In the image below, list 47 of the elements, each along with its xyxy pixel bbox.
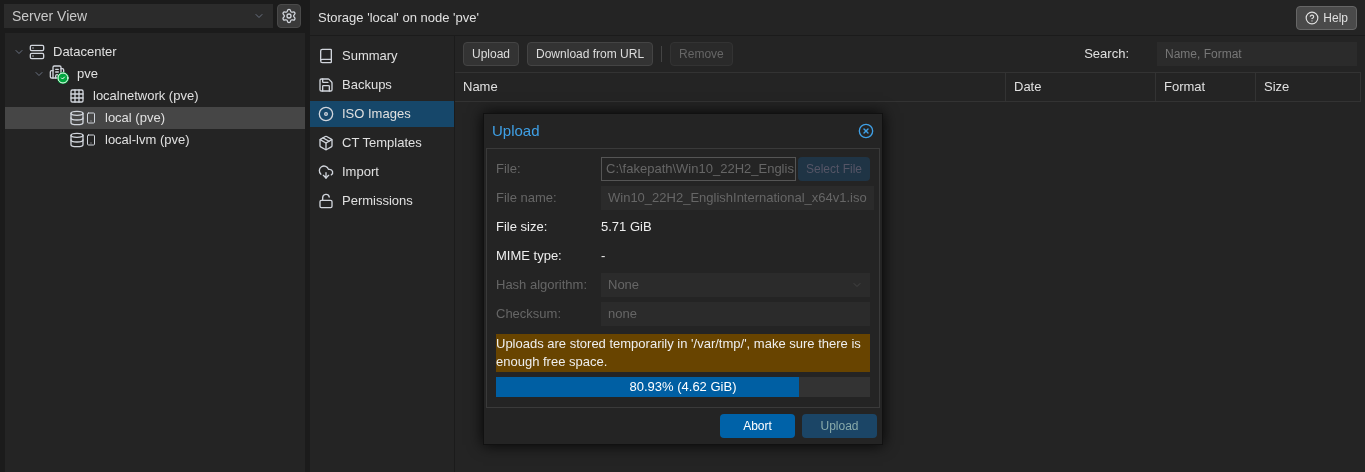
search-label: Search: xyxy=(1084,45,1129,64)
view-selector[interactable]: Server View xyxy=(4,4,273,28)
tree-item[interactable]: local-lvm (pve) xyxy=(5,129,305,151)
nav-item[interactable]: Backups xyxy=(310,72,454,98)
progress-text: 80.93% (4.62 GiB) xyxy=(628,378,738,397)
column-header[interactable]: Name xyxy=(455,73,1006,101)
nav-item[interactable]: Summary xyxy=(310,43,454,69)
toolbar-button[interactable]: Upload xyxy=(463,42,520,66)
search-field[interactable]: Name, Format xyxy=(1157,42,1357,66)
nav-item[interactable]: Import xyxy=(310,159,454,185)
server-online-icon xyxy=(49,64,69,84)
field-value: - xyxy=(601,247,607,266)
disc-icon xyxy=(318,106,334,122)
column-header[interactable]: Format xyxy=(1156,73,1256,101)
nav-item[interactable]: Permissions xyxy=(310,188,454,214)
field-label: Checksum: xyxy=(496,305,563,324)
unlocked-padlock-icon xyxy=(318,193,334,209)
package-icon xyxy=(318,135,334,151)
server-rack-icon xyxy=(29,44,45,60)
tree-item[interactable]: Datacenter xyxy=(5,41,305,63)
field-label: MIME type: xyxy=(496,247,563,266)
nav-item[interactable]: ISO Images xyxy=(310,101,454,127)
field-label: Hash algorithm: xyxy=(496,276,589,295)
close-icon[interactable] xyxy=(858,123,874,139)
cloud-download-icon xyxy=(318,164,334,180)
dialog-button[interactable]: Abort xyxy=(720,414,795,438)
book-icon xyxy=(318,48,334,64)
nav-item[interactable]: CT Templates xyxy=(310,130,454,156)
panel-title: Storage 'local' on node 'pve' xyxy=(318,8,479,27)
storage-icon xyxy=(69,132,97,148)
tree-item[interactable]: local (pve) xyxy=(5,107,305,129)
field-label: File size: xyxy=(496,218,549,237)
help-button[interactable]: Help xyxy=(1296,5,1357,30)
column-header[interactable]: Date xyxy=(1006,73,1156,101)
warning-message: Uploads are stored temporarily in '/var/tmp/', make sure there is enough free space. xyxy=(496,334,870,372)
field-label: File: xyxy=(496,160,522,179)
toolbar-button[interactable]: Download from URL xyxy=(527,42,654,66)
field-label: File name: xyxy=(496,189,558,208)
help-icon xyxy=(1305,10,1320,25)
tree-item[interactable]: localnetwork (pve) xyxy=(5,85,305,107)
grid-icon xyxy=(69,88,85,104)
dialog-title: Upload xyxy=(492,120,540,141)
settings-button[interactable] xyxy=(277,4,301,28)
field-value: 5.71 GiB xyxy=(601,218,653,237)
column-header[interactable]: Size xyxy=(1256,73,1361,101)
storage-icon xyxy=(69,110,97,126)
tree-item[interactable]: pve xyxy=(5,63,305,85)
